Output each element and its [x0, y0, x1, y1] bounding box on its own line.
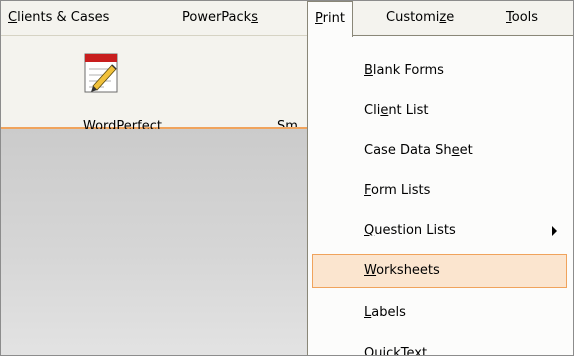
submenu-arrow-icon	[552, 226, 557, 236]
menu-clients-cases[interactable]: Clients & Cases	[1, 1, 116, 35]
menu-tools[interactable]: Tools	[499, 1, 545, 35]
app-window: Clients & Cases PowerPacks Print Customi…	[0, 0, 574, 356]
second-tool-button[interactable]: Sm	[265, 36, 307, 127]
print-menu-worksheets[interactable]: Worksheets	[312, 254, 567, 288]
print-menu-case-data-sheet[interactable]: Case Data Sheet	[312, 134, 567, 168]
print-menu-blank-forms[interactable]: Blank Forms	[312, 54, 567, 88]
menu-powerpacks[interactable]: PowerPacks	[175, 1, 265, 35]
menu-print[interactable]: Print	[307, 1, 353, 37]
print-menu-quicktext[interactable]: QuickText	[312, 337, 567, 355]
second-tool-label: Sm	[277, 119, 298, 127]
menu-customize[interactable]: Customize	[379, 1, 461, 35]
wordperfect-button[interactable]: WordPerfect	[31, 36, 181, 134]
menu-bar: Clients & Cases PowerPacks Print Customi…	[1, 1, 573, 37]
print-menu-question-lists[interactable]: Question Lists	[312, 214, 567, 248]
print-menu-dropdown: Blank Forms Client List Case Data Sheet …	[307, 35, 573, 355]
print-menu-labels[interactable]: Labels	[312, 296, 567, 330]
print-menu-form-lists[interactable]: Form Lists	[312, 174, 567, 208]
print-menu-client-list[interactable]: Client List	[312, 94, 567, 128]
wordperfect-pen-icon	[84, 53, 118, 93]
